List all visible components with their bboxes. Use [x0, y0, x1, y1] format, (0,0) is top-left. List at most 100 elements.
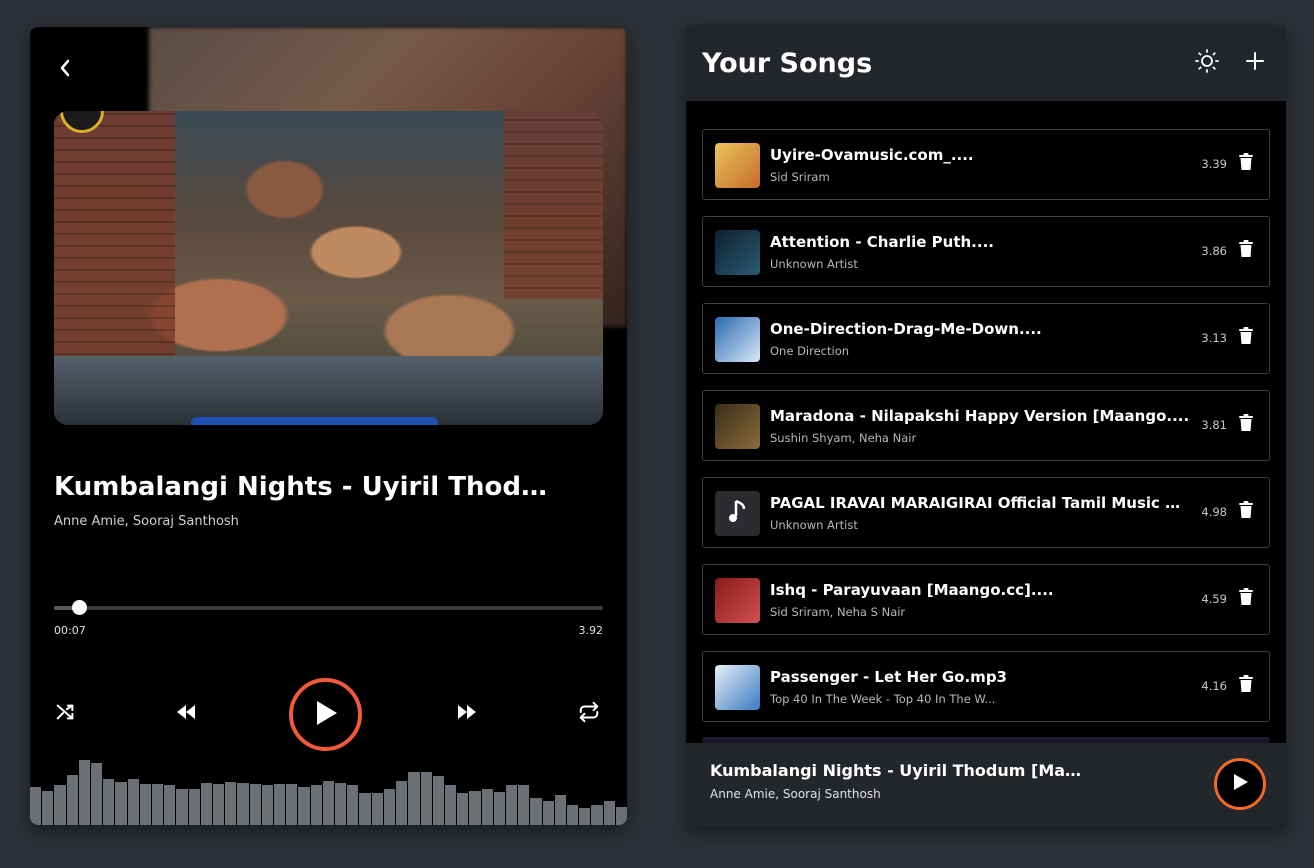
- list-item[interactable]: Ishq - Parayuvaan [Maango.cc].... Sid Sri…: [702, 564, 1270, 635]
- song-artist: Sid Sriram, Neha S Nair: [770, 605, 906, 619]
- rewind-icon: [175, 703, 197, 725]
- song-artist: Top 40 In The Week - Top 40 In The W...: [770, 692, 996, 706]
- visualizer-bar: [164, 785, 176, 825]
- song-artist: One Direction: [770, 344, 850, 358]
- visualizer-bar: [103, 779, 115, 825]
- song-title: Uyire-Ovamusic.com_....: [770, 146, 974, 164]
- song-thumbnail: [715, 317, 760, 362]
- plus-icon: [1245, 51, 1265, 75]
- play-button[interactable]: [289, 678, 362, 751]
- seek-bar-handle[interactable]: [71, 600, 87, 615]
- chevron-left-icon: [58, 58, 72, 82]
- song-thumbnail: [715, 491, 760, 536]
- song-artist: Unknown Artist: [770, 257, 858, 271]
- visualizer-bar: [54, 785, 66, 825]
- songs-header: Your Songs: [686, 25, 1286, 101]
- trash-icon: [1239, 500, 1253, 522]
- visualizer-bar: [176, 789, 188, 825]
- back-button[interactable]: [52, 57, 78, 83]
- mini-play-button[interactable]: [1214, 758, 1266, 810]
- mini-player-artist: Anne Amie, Sooraj Santhosh: [710, 787, 881, 801]
- audio-visualizer: [30, 759, 627, 825]
- visualizer-bar: [188, 789, 200, 825]
- visualizer-bar: [30, 787, 42, 825]
- visualizer-bar: [139, 784, 152, 825]
- trash-icon: [1239, 152, 1253, 174]
- visualizer-bar: [91, 763, 103, 825]
- visualizer-bar: [213, 784, 225, 825]
- visualizer-bar: [335, 783, 347, 825]
- delete-song-button[interactable]: [1237, 326, 1255, 348]
- visualizer-bar: [579, 808, 591, 825]
- now-playing-artist: Anne Amie, Sooraj Santhosh: [54, 514, 239, 529]
- visualizer-bar: [359, 793, 371, 825]
- trash-icon: [1239, 587, 1253, 609]
- list-item[interactable]: Maradona - Nilapakshi Happy Version [Maa…: [702, 390, 1270, 461]
- trash-icon: [1239, 239, 1253, 261]
- visualizer-bar: [66, 775, 78, 825]
- song-duration: 3.81: [1201, 418, 1227, 432]
- trash-icon: [1239, 326, 1253, 348]
- fast-forward-icon: [456, 703, 478, 725]
- music-note-icon: [727, 499, 749, 529]
- list-item[interactable]: Uyire-Ovamusic.com_.... Sid Sriram 3.39: [702, 129, 1270, 200]
- mini-player-title: Kumbalangi Nights - Uyiril Thodum [Maang…: [710, 761, 1090, 780]
- seek-bar[interactable]: [54, 600, 603, 615]
- song-title: Maradona - Nilapakshi Happy Version [Maa…: [770, 407, 1190, 425]
- visualizer-bar: [603, 801, 615, 825]
- delete-song-button[interactable]: [1237, 413, 1255, 434]
- visualizer-bar: [457, 793, 469, 825]
- delete-song-button[interactable]: [1237, 587, 1255, 609]
- repeat-button[interactable]: [576, 701, 602, 727]
- song-list: Uyire-Ovamusic.com_.... Sid Sriram 3.39 Att…: [702, 129, 1270, 738]
- visualizer-bar: [505, 785, 518, 825]
- list-item[interactable]: One-Direction-Drag-Me-Down.... One Direct…: [702, 303, 1270, 374]
- theme-toggle-button[interactable]: [1192, 48, 1222, 78]
- rewind-button[interactable]: [173, 701, 199, 727]
- visualizer-bar: [249, 784, 261, 825]
- visualizer-bar: [383, 789, 396, 825]
- song-title: Attention - Charlie Puth....: [770, 233, 994, 251]
- song-thumbnail: [715, 404, 760, 449]
- fast-forward-button[interactable]: [454, 701, 480, 727]
- song-artist: Sushin Shyam, Neha Nair: [770, 431, 917, 445]
- visualizer-bar: [530, 798, 542, 825]
- album-artwork: [54, 111, 603, 425]
- list-item[interactable]: PAGAL IRAVAI MARAIGIRAI Official Tamil M…: [702, 477, 1270, 548]
- visualizer-bar: [554, 795, 566, 825]
- song-artist: Sid Sriram: [770, 170, 830, 184]
- song-duration: 4.16: [1201, 679, 1227, 693]
- add-song-button[interactable]: [1240, 48, 1270, 78]
- shuffle-icon: [54, 701, 76, 727]
- list-item[interactable]: Attention - Charlie Puth.... Unknown Arti…: [702, 216, 1270, 287]
- delete-song-button[interactable]: [1237, 500, 1255, 522]
- visualizer-bar: [432, 776, 444, 825]
- visualizer-bar: [42, 791, 54, 825]
- delete-song-button[interactable]: [1237, 152, 1255, 174]
- trash-icon: [1239, 674, 1253, 696]
- play-icon: [313, 699, 339, 731]
- song-title: PAGAL IRAVAI MARAIGIRAI Official Tamil M…: [770, 494, 1190, 512]
- visualizer-bar: [469, 791, 481, 825]
- delete-song-button[interactable]: [1237, 674, 1255, 696]
- page-title: Your Songs: [702, 47, 873, 79]
- visualizer-bar: [274, 784, 286, 825]
- visualizer-bar: [591, 805, 603, 825]
- list-item[interactable]: Passenger - Let Her Go.mp3 Top 40 In The …: [702, 651, 1270, 722]
- song-duration: 3.86: [1201, 244, 1227, 258]
- visualizer-bar: [310, 785, 322, 825]
- shuffle-button[interactable]: [52, 701, 78, 727]
- visualizer-bar: [408, 772, 420, 825]
- visualizer-bar: [481, 789, 493, 825]
- mini-player[interactable]: Kumbalangi Nights - Uyiril Thodum [Maang…: [686, 743, 1286, 827]
- current-time: 00:07: [54, 624, 86, 637]
- play-icon: [1231, 772, 1249, 796]
- visualizer-bar: [225, 782, 237, 825]
- sun-icon: [1195, 49, 1219, 77]
- visualizer-bar: [237, 783, 249, 825]
- song-thumbnail: [715, 578, 760, 623]
- now-playing-panel: Kumbalangi Nights - Uyiril Thodu... Anne…: [30, 27, 627, 825]
- repeat-icon: [578, 701, 600, 727]
- visualizer-bar: [566, 805, 579, 825]
- delete-song-button[interactable]: [1237, 239, 1255, 261]
